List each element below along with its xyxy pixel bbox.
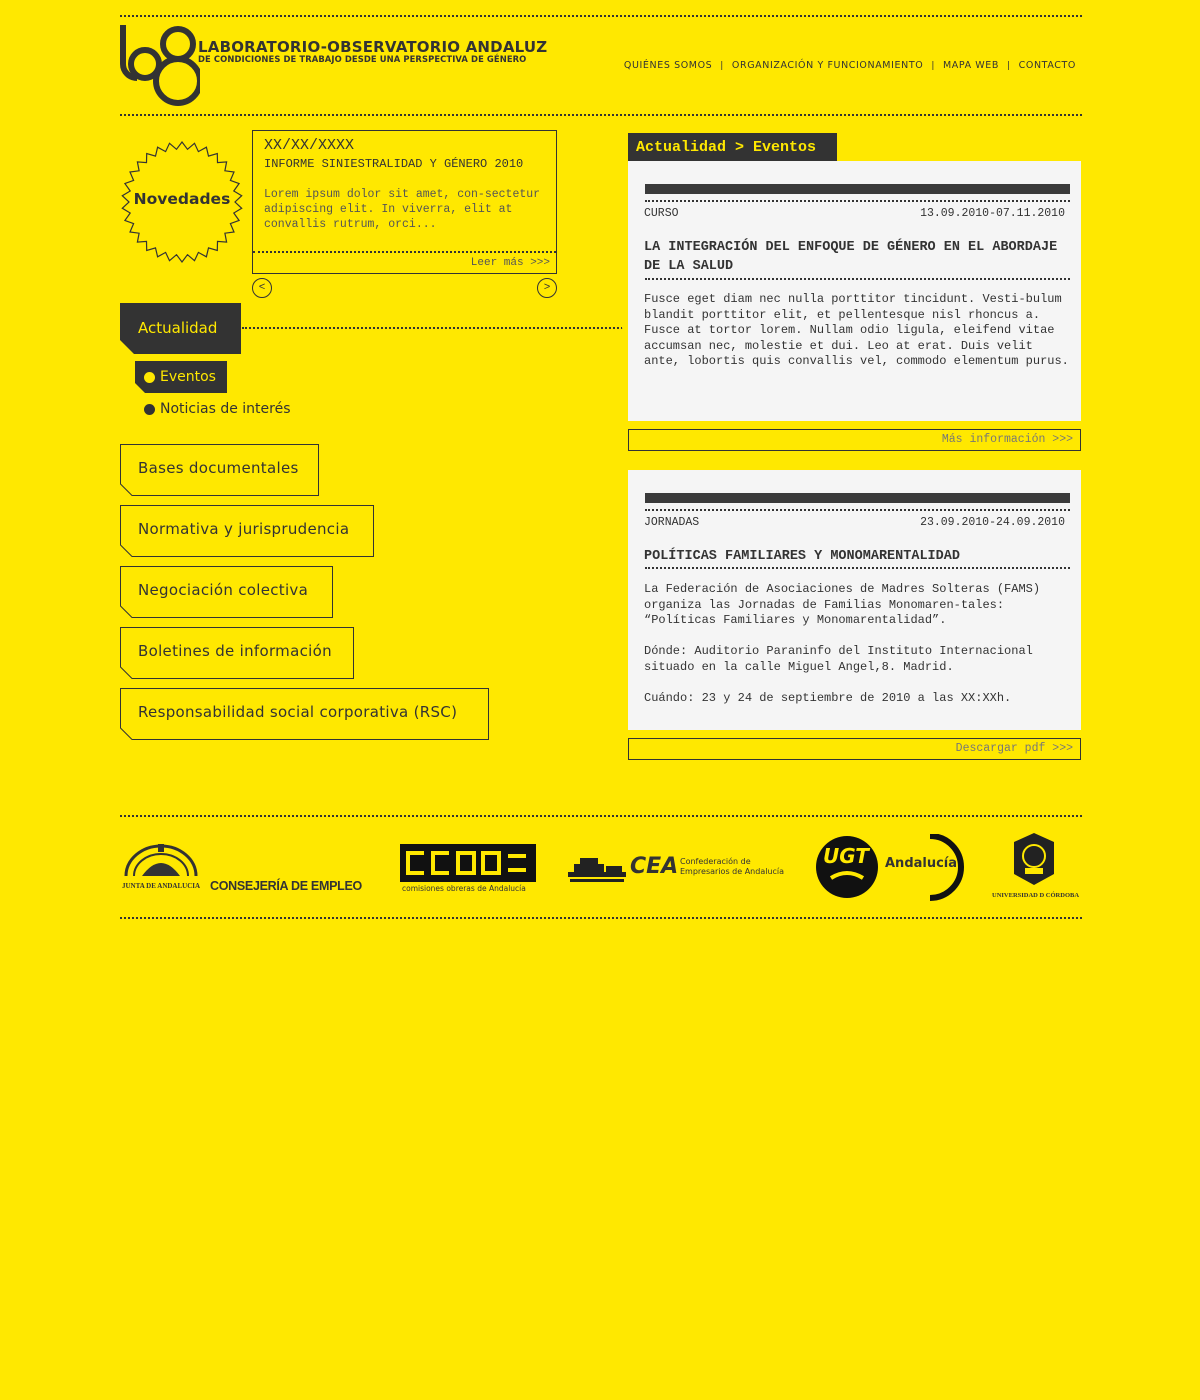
cea-building-icon bbox=[568, 858, 626, 882]
nav-separator: | bbox=[931, 60, 935, 71]
event-card: JORNADAS 23.09.2010-24.09.2010 POLÍTICAS… bbox=[628, 470, 1081, 730]
consejeria-text: CONSEJERÍA DE EMPLEO bbox=[210, 879, 362, 893]
card-header-bar bbox=[645, 493, 1070, 503]
card-divider bbox=[645, 200, 1070, 202]
novedad-date: XX/XX/XXXX bbox=[264, 137, 355, 154]
ccoo-logo[interactable]: comisiones obreras de Andalucía bbox=[400, 832, 536, 907]
nav-mapa-web[interactable]: MAPA WEB bbox=[943, 60, 999, 71]
event-date: 13.09.2010-07.11.2010 bbox=[920, 207, 1065, 220]
cea-text: CEA bbox=[630, 854, 679, 879]
event-paragraph: Dónde: Auditorio Paraninfo del Instituto… bbox=[644, 644, 1033, 674]
uco-text: UNIVERSIDAD D CÓRDOBA bbox=[992, 892, 1080, 899]
sidebar-item-label: Bases documentales bbox=[138, 459, 299, 477]
sidebar-item-actualidad[interactable]: Actualidad bbox=[120, 303, 241, 354]
junta-andalucia-logo[interactable]: JUNTA DE ANDALUCIA bbox=[120, 832, 202, 907]
cea-logo[interactable]: CEA Confederación de Empresarios de Anda… bbox=[566, 832, 788, 907]
ccoo-text: comisiones obreras de Andalucía bbox=[402, 884, 526, 893]
bullet-icon bbox=[144, 404, 155, 415]
sidebar-item-boletines[interactable]: Boletines de información bbox=[120, 627, 354, 679]
next-arrow-button[interactable]: > bbox=[537, 278, 557, 298]
nav-contacto[interactable]: CONTACTO bbox=[1019, 60, 1076, 71]
nav-connector-line bbox=[242, 327, 626, 329]
sidebar-item-label: Responsabilidad social corporativa (RSC) bbox=[138, 703, 458, 721]
card-header-bar bbox=[645, 184, 1070, 194]
event-body: Fusce eget diam nec nulla porttitor tinc… bbox=[644, 292, 1069, 386]
sidebar-item-label: Boletines de información bbox=[138, 642, 332, 660]
event-paragraph: Fusce eget diam nec nulla porttitor tinc… bbox=[644, 292, 1069, 369]
leer-mas-link[interactable]: Leer más >>> bbox=[471, 257, 550, 269]
event-type: JORNADAS bbox=[644, 516, 700, 529]
top-divider bbox=[120, 15, 1082, 17]
sidebar-item-rsc[interactable]: Responsabilidad social corporativa (RSC) bbox=[120, 688, 489, 740]
ugt-andalucia-text: Andalucía bbox=[885, 856, 958, 871]
card-divider bbox=[645, 567, 1070, 569]
ugt-logo[interactable]: UGT Andalucía bbox=[815, 832, 965, 907]
event-title[interactable]: LA INTEGRACIÓN DEL ENFOQUE DE GÉNERO EN … bbox=[644, 238, 1064, 276]
sidebar-item-label: Normativa y jurisprudencia bbox=[138, 520, 350, 538]
novedades-badge-label: Novedades bbox=[133, 190, 231, 208]
ccoo-icon bbox=[400, 844, 536, 882]
bullet-icon bbox=[144, 372, 155, 383]
novedad-excerpt: Lorem ipsum dolor sit amet, con-sectetur… bbox=[264, 188, 541, 231]
nav-organizacion[interactable]: ORGANIZACIÓN Y FUNCIONAMIENTO bbox=[732, 60, 923, 71]
subnav-noticias[interactable]: Noticias de interés bbox=[160, 401, 291, 417]
card-divider bbox=[645, 509, 1070, 511]
ugt-text: UGT bbox=[823, 844, 869, 868]
cea-subtext: Confederación de Empresarios de Andalucí… bbox=[680, 857, 785, 876]
junta-text: JUNTA DE ANDALUCIA bbox=[122, 882, 201, 890]
event-title[interactable]: POLÍTICAS FAMILIARES Y MONOMARENTALIDAD bbox=[644, 547, 1064, 566]
subnav-eventos[interactable]: Eventos bbox=[160, 369, 216, 385]
novedades-box: XX/XX/XXXX INFORME SINIESTRALIDAD Y GÉNE… bbox=[252, 130, 557, 274]
top-nav: QUIÉNES SOMOS | ORGANIZACIÓN Y FUNCIONAM… bbox=[624, 60, 1076, 71]
novedad-title[interactable]: INFORME SINIESTRALIDAD Y GÉNERO 2010 bbox=[264, 157, 523, 171]
nav-separator: | bbox=[720, 60, 724, 71]
sidebar-item-normativa[interactable]: Normativa y jurisprudencia bbox=[120, 505, 374, 557]
header-divider bbox=[120, 114, 1082, 116]
event-paragraph: Cuándo: 23 y 24 de septiembre de 2010 a … bbox=[644, 691, 1012, 706]
card-divider bbox=[645, 278, 1070, 280]
sidebar-item-bases[interactable]: Bases documentales bbox=[120, 444, 319, 496]
event-date: 23.09.2010-24.09.2010 bbox=[920, 516, 1065, 529]
sidebar-item-negociacion[interactable]: Negociación colectiva bbox=[120, 566, 333, 618]
breadcrumb: Actualidad > Eventos bbox=[628, 133, 837, 161]
junta-andalucia-icon bbox=[124, 844, 198, 877]
prev-arrow-button[interactable]: < bbox=[252, 278, 272, 298]
event-body: La Federación de Asociaciones de Madres … bbox=[644, 582, 1069, 722]
site-subtitle: DE CONDICIONES DE TRABAJO DESDE UNA PERS… bbox=[198, 54, 527, 64]
footer-bottom-divider bbox=[120, 917, 1082, 919]
uco-shield-icon bbox=[1014, 833, 1054, 885]
novedad-divider bbox=[253, 251, 556, 253]
nav-separator: | bbox=[1007, 60, 1011, 71]
mas-informacion-link[interactable]: Más información >>> bbox=[628, 429, 1081, 451]
event-card: CURSO 13.09.2010-07.11.2010 LA INTEGRACI… bbox=[628, 161, 1081, 421]
event-type: CURSO bbox=[644, 207, 679, 220]
footer-top-divider bbox=[120, 815, 1082, 817]
uco-logo[interactable]: UNIVERSIDAD D CÓRDOBA bbox=[990, 832, 1080, 907]
descargar-pdf-link[interactable]: Descargar pdf >>> bbox=[628, 738, 1081, 760]
logo-icon[interactable] bbox=[118, 22, 200, 110]
consejeria-logo[interactable]: CONSEJERÍA DE EMPLEO bbox=[210, 832, 370, 907]
sidebar-item-label: Negociación colectiva bbox=[138, 581, 309, 599]
nav-quienes-somos[interactable]: QUIÉNES SOMOS bbox=[624, 60, 712, 71]
event-paragraph: La Federación de Asociaciones de Madres … bbox=[644, 582, 1041, 628]
